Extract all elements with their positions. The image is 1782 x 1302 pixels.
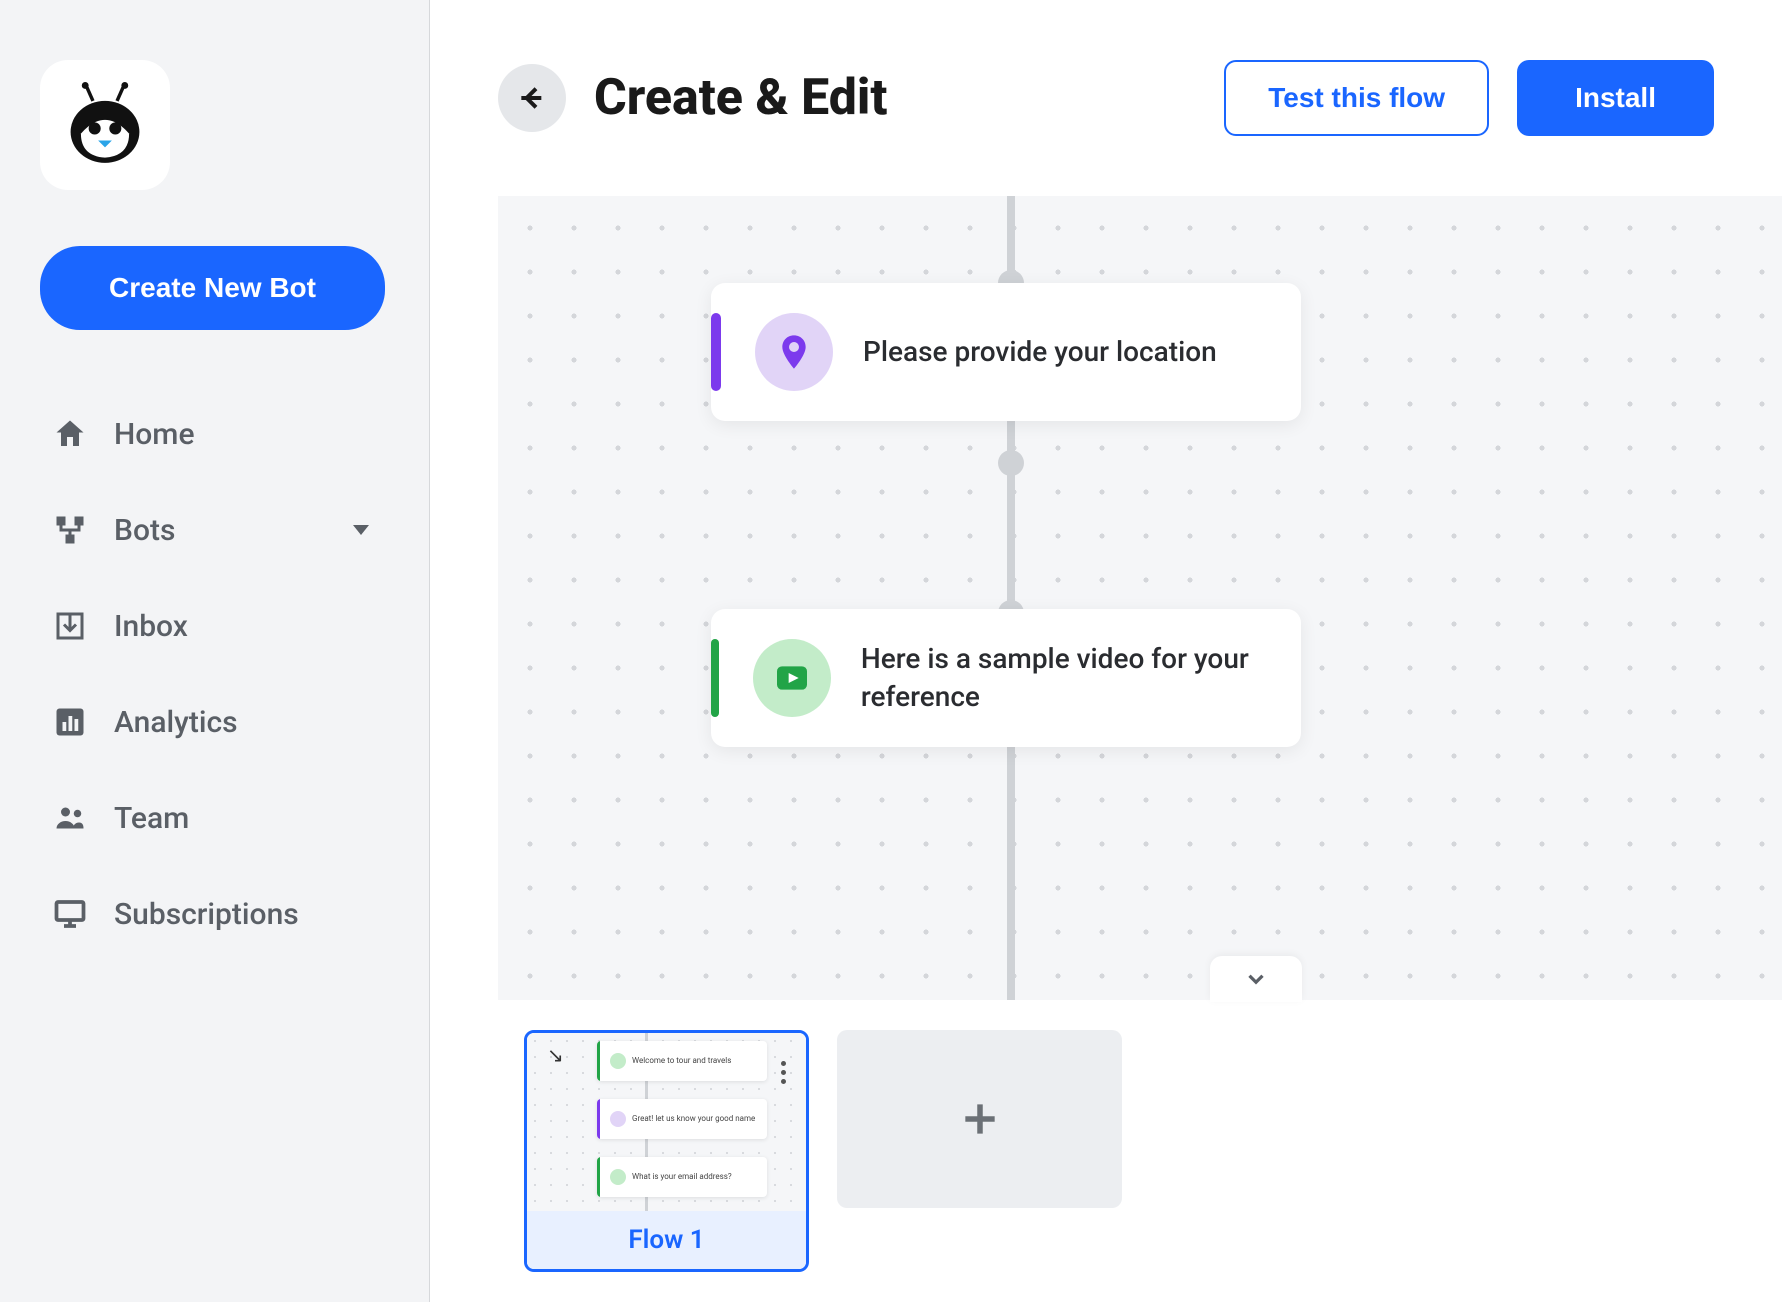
subscriptions-icon	[50, 894, 90, 934]
play-video-icon	[753, 639, 831, 717]
sidebar-item-team[interactable]: Team	[40, 770, 389, 866]
mini-step-text: Welcome to tour and travels	[632, 1057, 731, 1066]
sidebar-item-inbox[interactable]: Inbox	[40, 578, 389, 674]
flow-thumbnail-preview: ↘ Welcome to tour and travels Great! let…	[527, 1033, 806, 1211]
team-icon	[50, 798, 90, 838]
sidebar-item-label: Team	[114, 801, 189, 836]
install-button[interactable]: Install	[1517, 60, 1714, 136]
mini-step: Great! let us know your good name	[597, 1099, 767, 1139]
inbox-icon	[50, 606, 90, 646]
app-root: Create New Bot Home Bots Inbox	[0, 0, 1782, 1302]
flow-step-text: Please provide your location	[863, 333, 1217, 371]
plus-icon	[958, 1097, 1002, 1141]
mini-step-text: What is your email address?	[632, 1173, 732, 1182]
create-bot-button[interactable]: Create New Bot	[40, 246, 385, 330]
flow-tray: ↘ Welcome to tour and travels Great! let…	[430, 1000, 1782, 1302]
logo	[40, 60, 170, 190]
connector-node	[998, 450, 1024, 476]
mini-step: Welcome to tour and travels	[597, 1041, 767, 1081]
card-accent	[711, 639, 719, 717]
home-icon	[50, 414, 90, 454]
sidebar-item-analytics[interactable]: Analytics	[40, 674, 389, 770]
bots-icon	[50, 510, 90, 550]
bot-logo-icon	[62, 82, 148, 168]
page-title: Create & Edit	[594, 69, 1196, 127]
kebab-menu-icon[interactable]	[781, 1061, 786, 1084]
location-pin-icon	[755, 313, 833, 391]
card-accent	[711, 313, 721, 391]
flow-thumbnail-active[interactable]: ↘ Welcome to tour and travels Great! let…	[524, 1030, 809, 1272]
back-button[interactable]	[498, 64, 566, 132]
sidebar-item-bots[interactable]: Bots	[40, 482, 389, 578]
sidebar-nav: Home Bots Inbox Analytics	[40, 386, 389, 962]
flow-step-video[interactable]: Here is a sample video for your referenc…	[711, 609, 1301, 747]
analytics-icon	[50, 702, 90, 742]
sidebar: Create New Bot Home Bots Inbox	[0, 0, 430, 1302]
flow-step-text: Here is a sample video for your referenc…	[861, 640, 1267, 716]
flow-step-location[interactable]: Please provide your location	[711, 283, 1301, 421]
flow-thumbnail-label: Flow 1	[527, 1211, 806, 1269]
sidebar-item-label: Subscriptions	[114, 897, 299, 932]
test-flow-button[interactable]: Test this flow	[1224, 60, 1489, 136]
sidebar-item-label: Home	[114, 417, 195, 452]
sidebar-item-label: Bots	[114, 513, 175, 548]
flow-canvas[interactable]: Please provide your location Here is a s…	[498, 196, 1782, 1000]
add-flow-button[interactable]	[837, 1030, 1122, 1208]
caret-down-icon	[353, 525, 369, 535]
mini-step: What is your email address?	[597, 1157, 767, 1197]
arrow-left-icon	[516, 82, 548, 114]
expand-tray-toggle[interactable]	[1210, 956, 1302, 1002]
sidebar-item-label: Inbox	[114, 609, 188, 644]
chevron-down-icon	[1243, 966, 1269, 992]
mini-step-text: Great! let us know your good name	[632, 1115, 755, 1124]
sidebar-item-subscriptions[interactable]: Subscriptions	[40, 866, 389, 962]
topbar: Create & Edit Test this flow Install	[430, 0, 1782, 176]
start-arrow-icon: ↘	[547, 1043, 564, 1067]
sidebar-item-label: Analytics	[114, 705, 238, 740]
main-content: Create & Edit Test this flow Install Ple…	[430, 0, 1782, 1302]
sidebar-item-home[interactable]: Home	[40, 386, 389, 482]
